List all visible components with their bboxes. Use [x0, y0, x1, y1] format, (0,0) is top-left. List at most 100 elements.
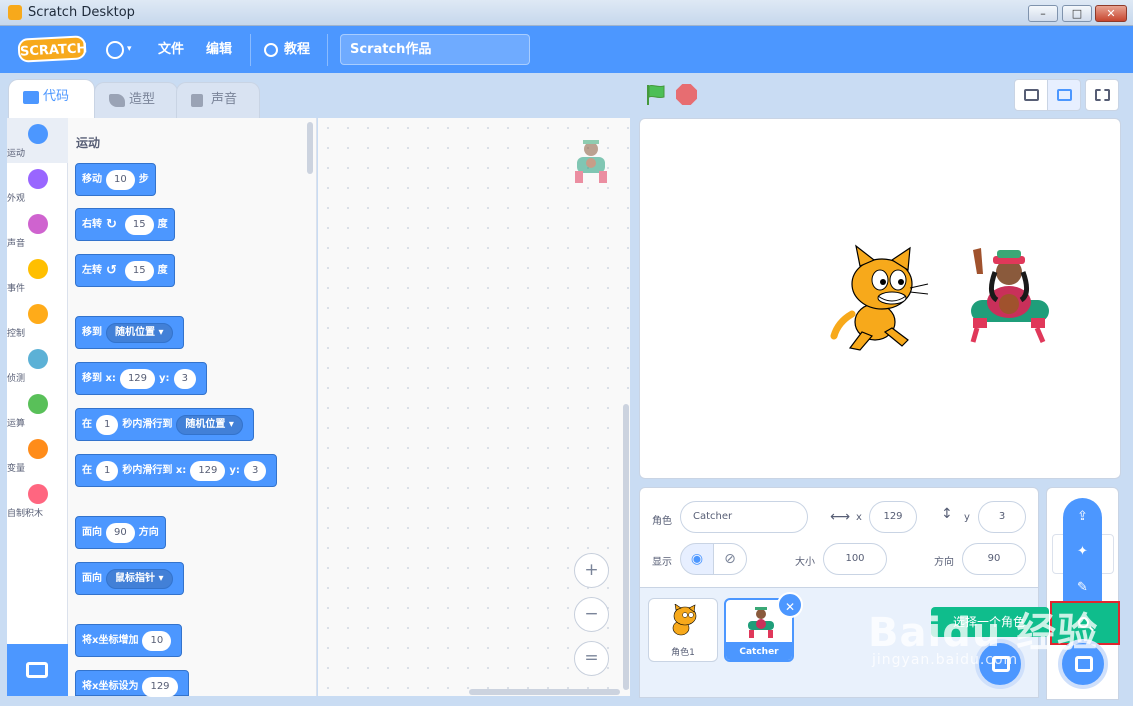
block-input[interactable]: 10 — [142, 630, 172, 651]
category-menu: 运动 外观 声音 事件 控制 侦测 运算 变量 自制积木 — [7, 118, 68, 644]
block-glide[interactable]: 在 1 秒内滑行到 随机位置 ▾ — [75, 408, 254, 441]
block-turn-right[interactable]: 右转 ↻ 15 度 — [75, 208, 175, 241]
small-stage-button[interactable] — [1014, 79, 1048, 111]
zoom-in-button[interactable]: + — [574, 553, 609, 588]
sprite-tile-name: Catcher — [739, 647, 779, 657]
large-stage-button[interactable] — [1047, 79, 1081, 111]
tab-sounds[interactable]: 声音 — [176, 82, 260, 118]
block-point-towards[interactable]: 面向 鼠标指针 ▾ — [75, 562, 184, 595]
block-input[interactable]: 1 — [96, 414, 119, 435]
rotate-right-icon: ↻ — [106, 217, 117, 232]
script-vertical-scrollbar[interactable] — [623, 404, 629, 690]
tutorials-menu[interactable]: 教程 — [264, 26, 310, 73]
y-arrow-icon: ↕ — [941, 506, 953, 522]
upload-sprite-button[interactable]: ⇪ — [1070, 504, 1095, 529]
script-horizontal-scrollbar[interactable] — [469, 689, 620, 695]
category-sensing[interactable]: 侦测 — [7, 343, 68, 388]
stop-icon[interactable] — [676, 84, 697, 105]
block-change-x[interactable]: 将x坐标增加 10 — [75, 624, 183, 657]
block-input[interactable]: 3 — [173, 368, 196, 389]
green-flag-icon[interactable] — [645, 84, 666, 106]
category-label: 运动 — [7, 149, 26, 159]
block-dropdown[interactable]: 随机位置 ▾ — [106, 322, 173, 343]
sprite-name-input[interactable]: Catcher — [680, 501, 808, 533]
block-input[interactable]: 3 — [243, 460, 267, 481]
category-dot — [27, 484, 48, 504]
x-input[interactable]: 129 — [869, 501, 917, 533]
category-operators[interactable]: 运算 — [7, 388, 68, 433]
palette-scrollbar[interactable] — [307, 122, 313, 174]
block-input[interactable]: 129 — [119, 368, 156, 389]
add-extension-button[interactable] — [7, 644, 68, 696]
category-dot — [27, 349, 48, 369]
category-variables[interactable]: 变量 — [7, 433, 68, 478]
direction-input[interactable]: 90 — [962, 543, 1026, 575]
paint-sprite-button[interactable]: ✎ — [1070, 575, 1095, 600]
category-looks[interactable]: 外观 — [7, 163, 68, 208]
block-input[interactable]: 129 — [190, 460, 226, 481]
category-my-blocks[interactable]: 自制积木 — [7, 478, 68, 523]
block-goto-xy[interactable]: 移到 x: 129 y: 3 — [75, 362, 207, 395]
rotate-left-icon: ↺ — [106, 263, 117, 278]
block-input[interactable]: 1 — [96, 460, 119, 481]
block-text: 方向 — [138, 527, 159, 538]
palette-section-title: 运动 — [76, 136, 101, 150]
category-motion[interactable]: 运动 — [7, 118, 68, 163]
sprite-tile[interactable]: 角色1 — [648, 598, 718, 662]
tab-costumes[interactable]: 造型 — [94, 82, 178, 118]
project-title-input[interactable]: Scratch作品 — [340, 34, 530, 65]
block-turn-left[interactable]: 左转 ↺ 15 度 — [75, 254, 175, 287]
block-text: 度 — [157, 265, 168, 276]
maximize-button[interactable]: □ — [1062, 5, 1092, 22]
scratch-logo[interactable]: SCRATCH — [17, 35, 88, 63]
block-text: 在 — [82, 419, 92, 430]
block-point-direction[interactable]: 面向 90 方向 — [75, 516, 166, 549]
category-events[interactable]: 事件 — [7, 253, 68, 298]
block-dropdown[interactable]: 随机位置 ▾ — [176, 414, 243, 435]
block-glide-xy[interactable]: 在 1 秒内滑行到 x: 129 y: 3 — [75, 454, 278, 487]
paintbrush-icon: ✎ — [1077, 580, 1088, 595]
block-input[interactable]: 15 — [124, 214, 154, 235]
surprise-sprite-button[interactable]: ✦ — [1070, 539, 1095, 564]
edit-menu[interactable]: 编辑 — [206, 26, 232, 73]
size-input[interactable]: 100 — [823, 543, 887, 575]
upload-icon: ⇪ — [1077, 509, 1088, 524]
fullscreen-button[interactable] — [1085, 79, 1119, 111]
baidu-watermark-url: jingyan.baidu.com — [872, 652, 1019, 668]
show-sprite-button[interactable]: ◉ — [680, 543, 714, 575]
minimize-button[interactable]: – — [1028, 5, 1058, 22]
block-move-steps[interactable]: 移动 10 步 — [75, 163, 156, 196]
file-menu[interactable]: 文件 — [158, 26, 184, 73]
block-set-x[interactable]: 将x坐标设为 129 — [75, 670, 189, 697]
close-button[interactable]: ✕ — [1095, 5, 1127, 22]
tab-costumes-label: 造型 — [129, 92, 156, 107]
zoom-reset-button[interactable]: = — [574, 641, 609, 676]
y-input[interactable]: 3 — [978, 501, 1026, 533]
tab-code[interactable]: 代码 — [8, 79, 95, 119]
category-sound[interactable]: 声音 — [7, 208, 68, 253]
block-input[interactable]: 15 — [124, 260, 154, 281]
cat-sprite[interactable] — [830, 244, 930, 354]
block-dropdown[interactable]: 鼠标指针 ▾ — [106, 568, 173, 589]
category-control[interactable]: 控制 — [7, 298, 68, 343]
category-label: 事件 — [7, 284, 26, 294]
stage[interactable] — [639, 118, 1121, 479]
x-label: x — [856, 512, 862, 523]
block-input[interactable]: 90 — [106, 522, 135, 543]
language-menu[interactable]: ▾ — [106, 26, 142, 73]
catcher-sprite[interactable] — [967, 244, 1052, 348]
eye-off-icon: ⊘ — [724, 551, 736, 567]
block-input[interactable]: 129 — [142, 676, 178, 697]
delete-sprite-button[interactable]: ✕ — [777, 592, 803, 618]
sprite-label: 角色 — [652, 516, 672, 527]
block-goto[interactable]: 移到 随机位置 ▾ — [75, 316, 184, 349]
caret-down-icon: ▾ — [127, 44, 132, 54]
block-text: y: — [229, 465, 240, 476]
menu-bar: SCRATCH ▾ 文件 编辑 教程 Scratch作品 — [0, 26, 1133, 73]
tutorials-label: 教程 — [284, 42, 311, 57]
block-text: 秒内滑行到 — [122, 419, 173, 430]
block-input[interactable]: 10 — [106, 169, 135, 190]
block-text: 移动 — [82, 174, 102, 185]
zoom-out-button[interactable]: − — [574, 597, 609, 632]
hide-sprite-button[interactable]: ⊘ — [713, 543, 747, 575]
